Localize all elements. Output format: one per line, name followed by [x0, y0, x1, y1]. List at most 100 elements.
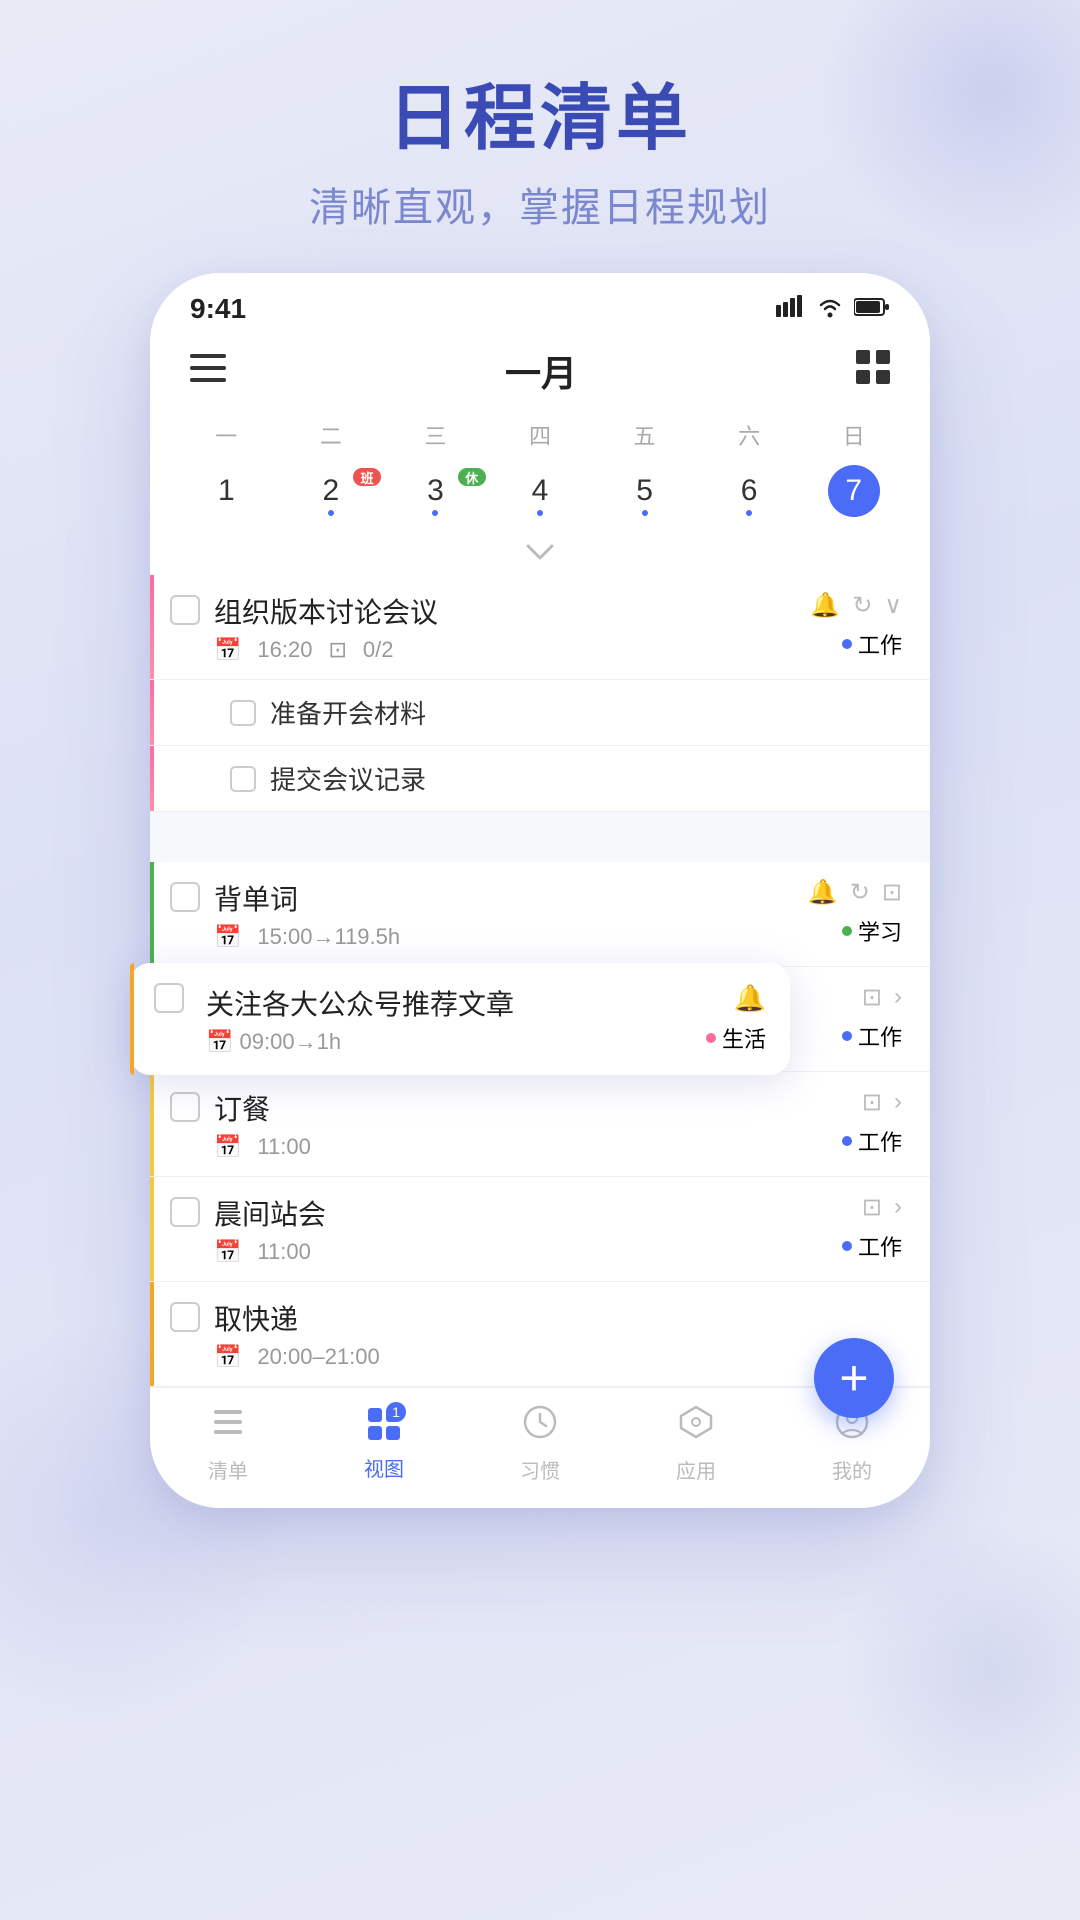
expand-icon-2[interactable]: ⊡ [882, 878, 902, 907]
page-subtitle: 清晰直观，掌握日程规划 [0, 175, 1080, 233]
task-bar-5 [150, 1177, 154, 1281]
task-actions-2: 🔔 ↻ ⊡ [808, 878, 902, 907]
task-item-5[interactable]: 晨间站会 📅 11:00 ⊡ › 工作 [150, 1177, 930, 1282]
arrow-icon-5[interactable]: › [894, 1193, 902, 1222]
task-time-icon-1: 📅 [214, 637, 241, 663]
nav-item-habit[interactable]: 习惯 [520, 1404, 560, 1484]
expand-icon-4[interactable]: ⊡ [862, 1088, 882, 1117]
battery-icon [854, 297, 890, 322]
task-actions-1: 🔔 ↻ ∨ [810, 591, 902, 620]
alarm-icon-2[interactable]: 🔔 [808, 878, 838, 907]
task-right-2: 🔔 ↻ ⊡ 学习 [808, 878, 902, 947]
weekday-wed: 三 [383, 413, 488, 457]
floating-card-content: 关注各大公众号推荐文章 📅 09:00→1h [198, 983, 692, 1055]
task-title-1: 组织版本讨论会议 [214, 591, 796, 631]
task-actions-5: ⊡ › [862, 1193, 902, 1222]
task-actions-3: ⊡ › [862, 983, 902, 1012]
signal-icon [776, 295, 806, 323]
task-item-4[interactable]: 订餐 📅 11:00 ⊡ › 工作 [150, 1072, 930, 1177]
task-checkbox-5[interactable] [170, 1197, 200, 1227]
weekday-thu: 四 [488, 413, 593, 457]
nav-item-view[interactable]: 1 视图 [364, 1406, 404, 1482]
floating-card-bar [130, 963, 134, 1075]
task-tag-2: 学习 [842, 915, 902, 947]
task-tag-5: 工作 [842, 1230, 902, 1262]
task-content-6: 取快递 📅 20:00–21:00 [214, 1298, 888, 1370]
expand-icon-3[interactable]: ⊡ [862, 983, 882, 1012]
task-time-1: 16:20 [257, 637, 312, 663]
subtask-checkbox-1-1[interactable] [230, 700, 256, 726]
chevron-icon-1[interactable]: ∨ [884, 591, 902, 620]
floating-card-right: 🔔 生活 [706, 983, 766, 1054]
nav-label-view: 视图 [364, 1453, 404, 1482]
repeat-icon-2[interactable]: ↻ [850, 878, 870, 907]
task-actions-4: ⊡ › [862, 1088, 902, 1117]
weekday-sat: 六 [697, 413, 802, 457]
repeat-icon-1[interactable]: ↻ [852, 591, 872, 620]
date-3[interactable]: 休 3 [383, 470, 488, 520]
nav-label-habit: 习惯 [520, 1455, 560, 1484]
tag-dot-5 [842, 1241, 852, 1251]
floating-task-card[interactable]: 关注各大公众号推荐文章 📅 09:00→1h 🔔 生活 [130, 963, 790, 1075]
task-tag-1: 工作 [842, 628, 902, 660]
task-bar-1 [150, 575, 154, 679]
task-time-icon-4: 📅 [214, 1134, 241, 1160]
task-time-4: 11:00 [257, 1134, 310, 1160]
date-7[interactable]: 7 [801, 461, 906, 529]
date-2[interactable]: 班 2 [279, 470, 384, 520]
task-content-5: 晨间站会 📅 11:00 [214, 1193, 828, 1265]
task-checkbox-4[interactable] [170, 1092, 200, 1122]
task-meta-6: 📅 20:00–21:00 [214, 1344, 888, 1370]
bottom-nav: 清单 1 视图 习惯 应用 [150, 1387, 930, 1508]
nav-item-list[interactable]: 清单 [208, 1404, 248, 1484]
calendar-grid-icon[interactable] [856, 350, 890, 392]
subtask-1-1[interactable]: 准备开会材料 [150, 680, 930, 746]
fab-button[interactable]: + [814, 1338, 894, 1418]
date-6[interactable]: 6 [697, 470, 802, 520]
floating-spacer [150, 812, 930, 862]
alarm-icon-1[interactable]: 🔔 [810, 591, 840, 620]
task-checkbox-2[interactable] [170, 882, 200, 912]
task-meta-2: 📅 15:00→119.5h [214, 924, 794, 950]
date-5[interactable]: 5 [592, 470, 697, 520]
task-time-icon-5: 📅 [214, 1239, 241, 1265]
task-item-2[interactable]: 背单词 📅 15:00→119.5h 🔔 ↻ ⊡ 学习 [150, 862, 930, 967]
task-bar-4 [150, 1072, 154, 1176]
task-checkbox-1[interactable] [170, 595, 200, 625]
date-1[interactable]: 1 [174, 470, 279, 520]
menu-icon[interactable] [190, 352, 226, 391]
subtask-1-2[interactable]: 提交会议记录 [150, 746, 930, 812]
task-item-1[interactable]: 组织版本讨论会议 📅 16:20 ⊡ 0/2 🔔 ↻ ∨ [150, 575, 930, 680]
arrow-icon-3[interactable]: › [894, 983, 902, 1012]
tag-label-1: 工作 [858, 628, 902, 660]
status-icons [776, 295, 890, 323]
subtask-title-1-2: 提交会议记录 [270, 760, 426, 797]
nav-item-apps[interactable]: 应用 [676, 1404, 716, 1484]
floating-task-time: 09:00→1h [240, 1029, 342, 1054]
task-time-icon-2: 📅 [214, 924, 241, 950]
nav-label-list: 清单 [208, 1455, 248, 1484]
expand-icon-5[interactable]: ⊡ [862, 1193, 882, 1222]
task-tag-4: 工作 [842, 1125, 902, 1157]
task-checkbox-6[interactable] [170, 1302, 200, 1332]
arrow-icon-4[interactable]: › [894, 1088, 902, 1117]
app-topbar: 一月 [150, 335, 930, 413]
month-title: 一月 [505, 345, 577, 397]
floating-time-icon: 📅 [206, 1029, 233, 1054]
floating-bell-icon[interactable]: 🔔 [734, 983, 766, 1014]
expand-arrow[interactable] [150, 537, 930, 575]
phone-container: 9:41 一月 一 [150, 273, 930, 1508]
nav-icon-list [210, 1404, 246, 1449]
task-item-6[interactable]: 取快递 📅 20:00–21:00 [150, 1282, 930, 1387]
date-4[interactable]: 4 [488, 470, 593, 520]
subtask-checkbox-1-2[interactable] [230, 766, 256, 792]
tag-label-4: 工作 [858, 1125, 902, 1157]
tag-dot-3 [842, 1031, 852, 1041]
task-time-6: 20:00–21:00 [257, 1344, 379, 1370]
floating-task-checkbox[interactable] [154, 983, 184, 1013]
task-right-1: 🔔 ↻ ∨ 工作 [810, 591, 902, 660]
floating-tag-label: 生活 [722, 1022, 766, 1054]
tag-dot-1 [842, 639, 852, 649]
task-content-1: 组织版本讨论会议 📅 16:20 ⊡ 0/2 [214, 591, 796, 663]
task-meta-5: 📅 11:00 [214, 1239, 828, 1265]
